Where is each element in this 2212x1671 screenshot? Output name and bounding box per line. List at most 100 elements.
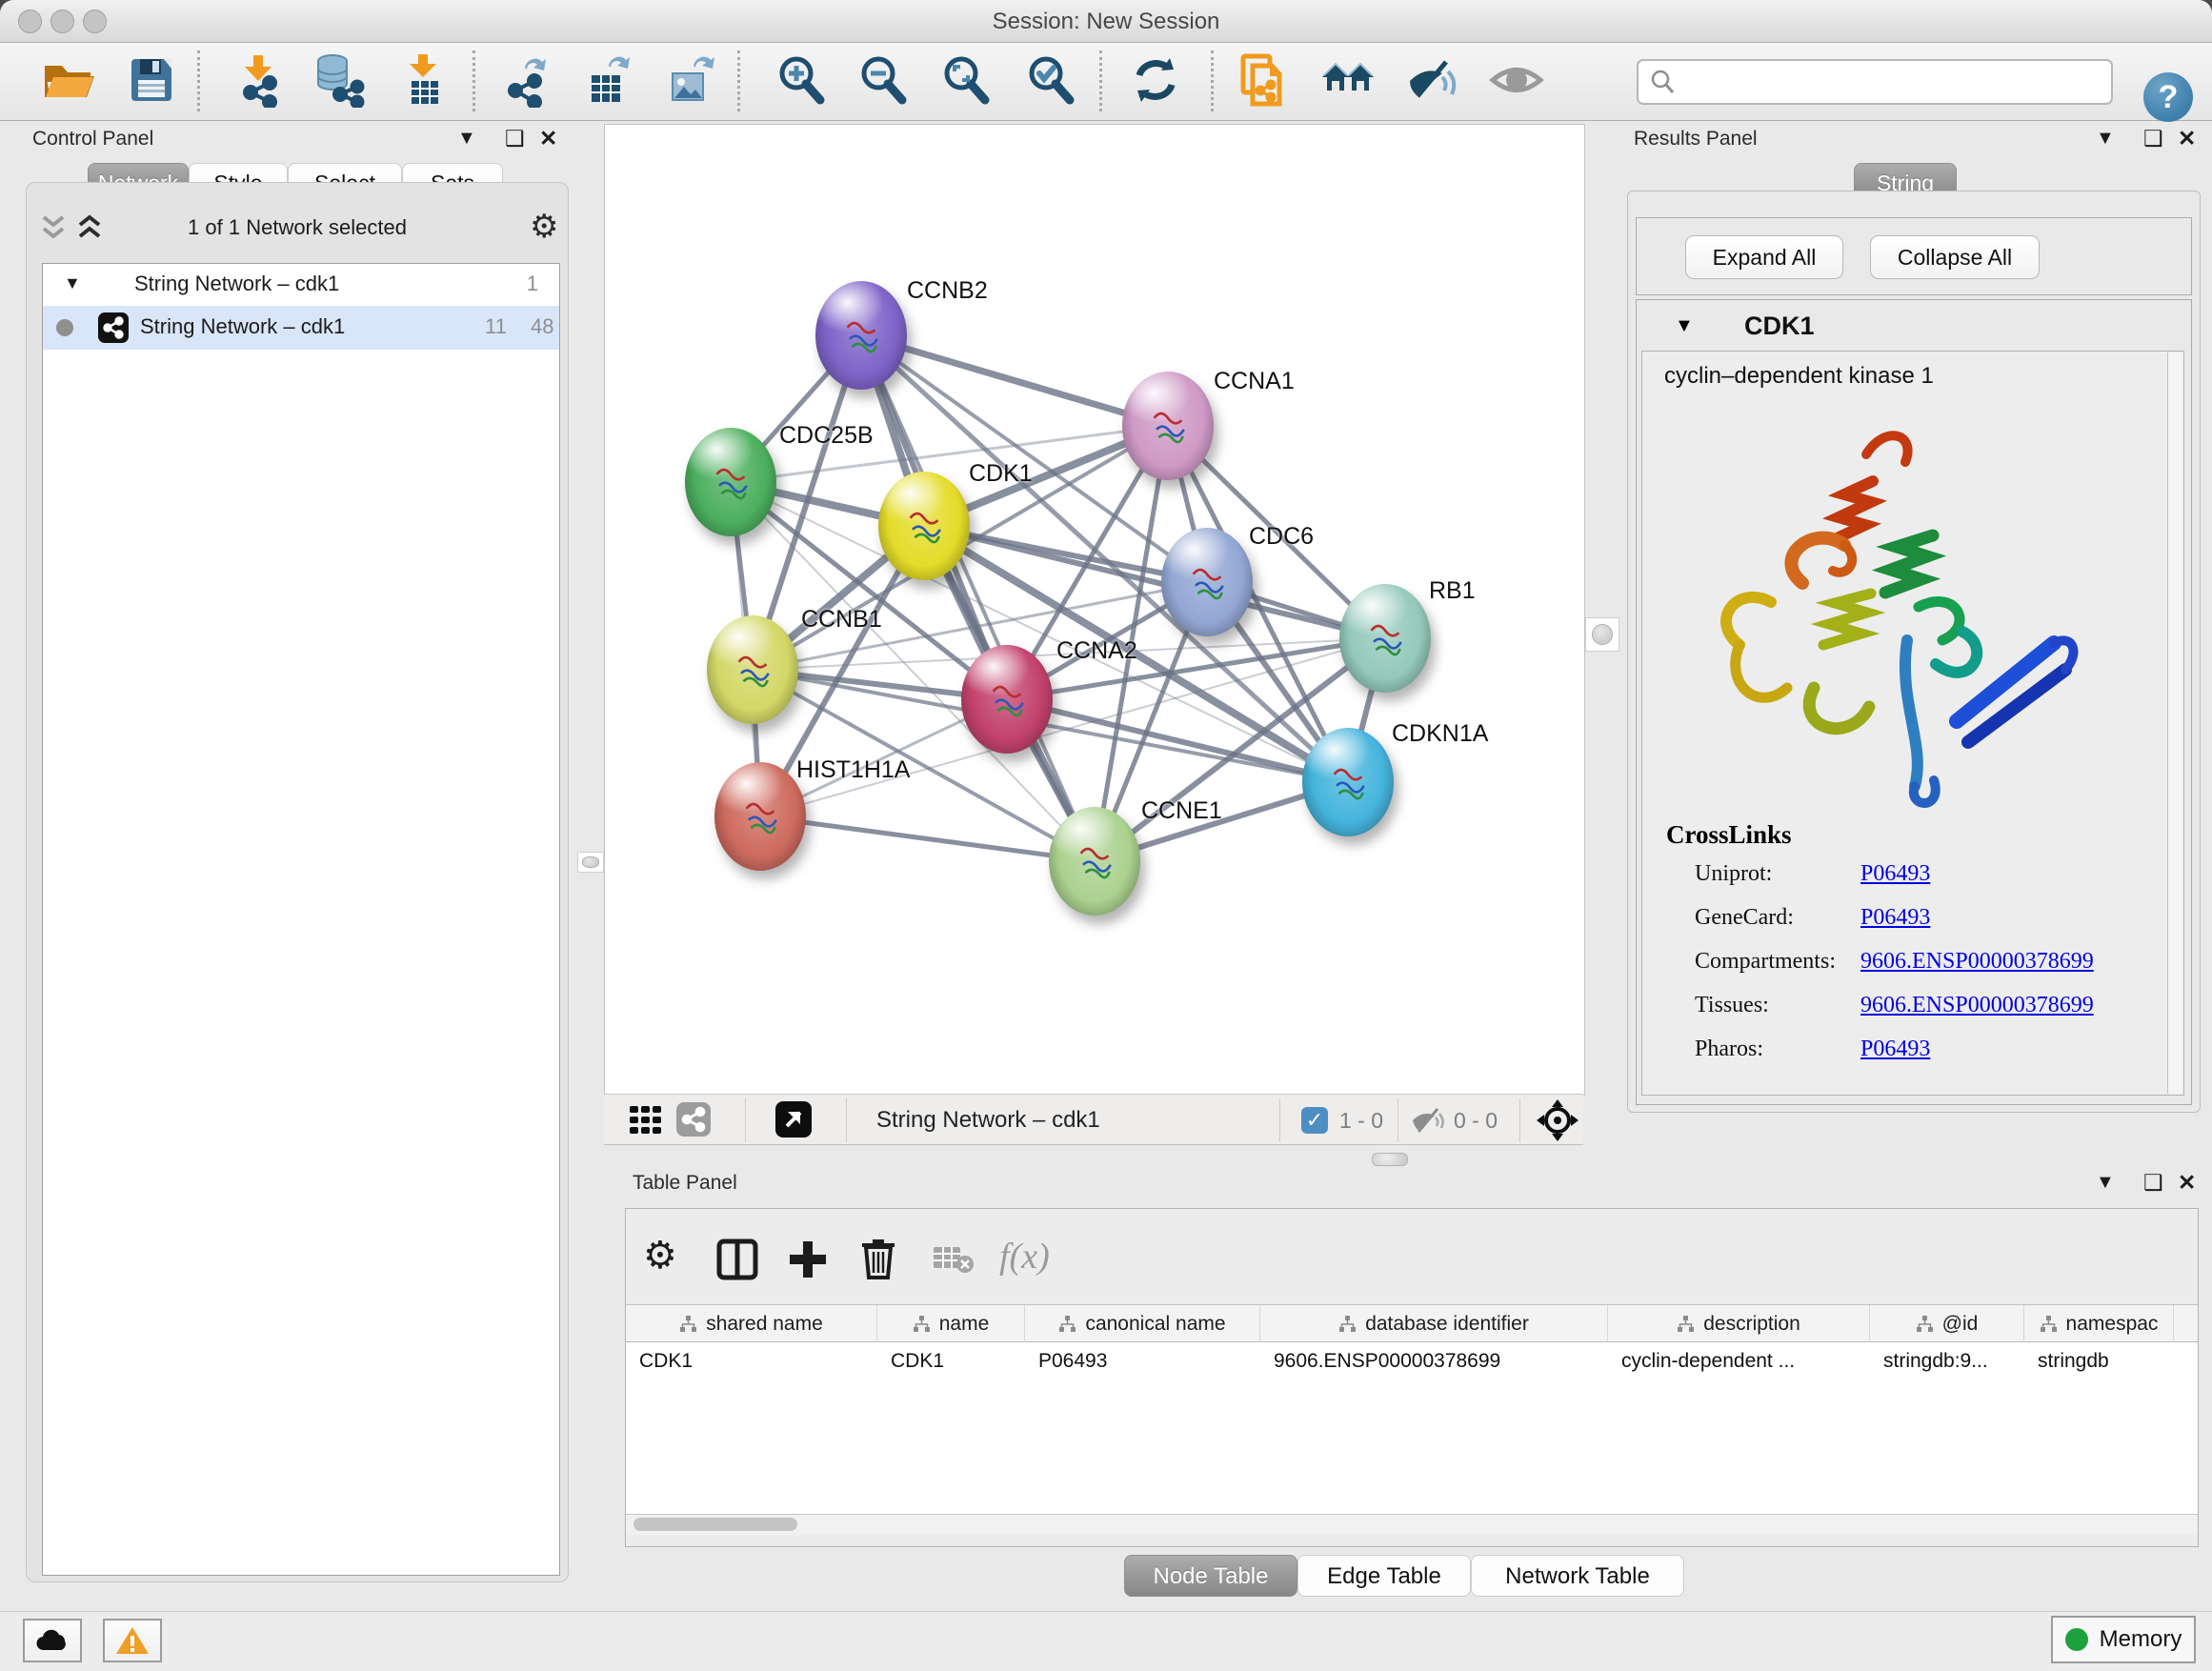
table-cell[interactable]: stringdb:9... [1870,1342,2024,1380]
network-node-CCNE1[interactable] [1049,807,1140,916]
table-horizontal-scrollbar[interactable] [626,1514,2198,1535]
selected-checkbox-icon[interactable]: ✓ [1301,1107,1328,1134]
column-header-description[interactable]: description [1608,1305,1870,1343]
grid-view-icon[interactable] [629,1104,663,1137]
right-splitter-handle[interactable] [1585,617,1619,652]
tab-edge-table[interactable]: Edge Table [1297,1555,1471,1597]
network-node-CCNB1[interactable] [707,615,798,724]
table-cell[interactable]: cyclin-dependent ... [1608,1342,1870,1380]
table-cell[interactable]: stringdb [2024,1342,2174,1380]
show-all-icon[interactable] [1489,52,1544,108]
crosslink-uniprot-link[interactable]: P06493 [1860,861,1930,886]
refresh-icon[interactable] [1128,52,1183,108]
crosslink-tissues-link[interactable]: 9606.ENSP00000378699 [1860,993,2094,1017]
expand-all-button[interactable]: Expand All [1685,235,1843,279]
warnings-button[interactable] [103,1619,162,1662]
search-field[interactable] [1684,65,2098,97]
open-session-icon[interactable] [40,52,95,108]
table-cell[interactable]: P06493 [1025,1342,1260,1380]
zoom-fit-icon[interactable] [938,52,994,108]
results-scrollbar[interactable] [2167,352,2182,1094]
network-thumbnail-icon[interactable] [676,1102,711,1137]
zoom-selected-icon[interactable] [1023,52,1078,108]
cloud-status-button[interactable] [23,1619,82,1662]
column-header-canonical-name[interactable]: canonical name [1025,1305,1260,1343]
network-node-CDKN1A[interactable] [1302,728,1394,836]
control-panel-collapse-icon[interactable]: ▼ [457,128,476,150]
network-node-CDC6[interactable] [1161,528,1253,636]
column-header-database-identifier[interactable]: database identifier [1260,1305,1608,1343]
node-label-CCNA2: CCNA2 [1056,637,1137,665]
network-canvas[interactable]: CCNB2CCNA1CDC25BCDK1CDC6RB1CCNB1CCNA2CDK… [604,124,1585,1096]
scrollbar-thumb[interactable] [633,1518,797,1531]
control-panel-close-icon[interactable]: ✕ [539,126,557,151]
edge[interactable] [760,816,1095,861]
duplicate-network-icon[interactable] [1236,52,1291,108]
zoom-out-icon[interactable] [855,52,911,108]
column-header-shared-name[interactable]: shared name [626,1305,877,1343]
table-cell[interactable]: 9606.ENSP00000378699 [1260,1342,1608,1380]
hide-selected-icon[interactable] [1404,52,1459,108]
search-input[interactable] [1637,59,2113,105]
column-header-namespac[interactable]: namespac [2024,1305,2174,1343]
table-cell[interactable]: CDK1 [877,1342,1025,1380]
node-label-CDK1: CDK1 [969,460,1033,488]
table-panel-close-icon[interactable]: ✕ [2178,1170,2196,1196]
results-panel-close-icon[interactable]: ✕ [2178,126,2196,151]
table-panel-body: ⚙ f(x) shared namenamecanonical namedata… [625,1208,2199,1547]
table-row[interactable]: CDK1CDK1P064939606.ENSP00000378699cyclin… [626,1342,2198,1380]
table-panel-float-icon[interactable]: ❑ [2143,1170,2163,1196]
tab-node-table[interactable]: Node Table [1124,1555,1297,1597]
network-node-CCNA1[interactable] [1122,372,1214,480]
save-session-icon[interactable] [124,52,179,108]
import-network-database-icon[interactable] [312,52,367,108]
birdseye-navigator-icon[interactable] [1536,1098,1579,1142]
protein-structure-thumbnail [838,312,884,357]
export-table-icon[interactable] [580,52,635,108]
left-splitter-handle[interactable] [577,852,604,873]
memory-status-icon [2065,1628,2088,1651]
result-expander-icon[interactable]: ▼ [1675,315,1694,337]
crosslink-compartments-link[interactable]: 9606.ENSP00000378699 [1860,949,2094,974]
network-options-gear-icon[interactable]: ⚙ [530,208,558,246]
zoom-in-icon[interactable] [774,52,829,108]
crosslink-genecard-link[interactable]: P06493 [1860,905,1930,930]
protein-structure-thumbnail [1184,558,1230,604]
network-node-HIST1H1A[interactable] [714,762,806,871]
memory-button[interactable]: Memory [2051,1616,2196,1663]
first-neighbors-icon[interactable] [1320,52,1376,108]
add-column-icon[interactable] [786,1238,830,1281]
network-node-CCNA2[interactable] [961,645,1053,754]
control-panel-float-icon[interactable]: ❑ [505,126,525,151]
columns-icon[interactable] [715,1238,759,1281]
export-image-icon[interactable] [663,52,718,108]
column-header--id[interactable]: @id [1870,1305,2024,1343]
network-node-CDK1[interactable] [878,472,970,580]
table-cell[interactable]: CDK1 [626,1342,877,1380]
crosslink-pharos-link[interactable]: P06493 [1860,1037,1930,1061]
network-row-selected[interactable]: String Network – cdk1 11 48 [43,306,559,350]
export-network-icon[interactable] [498,52,553,108]
column-header-name[interactable]: name [877,1305,1025,1343]
import-network-icon[interactable] [231,52,287,108]
delete-column-icon[interactable] [856,1236,900,1281]
table-settings-gear-icon[interactable]: ⚙ [643,1234,677,1278]
network-node-CDC25B[interactable] [685,428,776,536]
results-panel-collapse-icon[interactable]: ▼ [2096,128,2115,150]
results-panel-float-icon[interactable]: ❑ [2143,126,2163,151]
network-node-CCNB2[interactable] [815,281,907,390]
detach-view-icon[interactable] [775,1101,812,1137]
import-table-icon[interactable] [396,52,452,108]
help-icon[interactable]: ? [2143,72,2193,122]
delete-table-icon[interactable] [933,1245,975,1276]
tab-network-table[interactable]: Network Table [1471,1555,1684,1597]
table-panel-collapse-icon[interactable]: ▼ [2096,1172,2115,1194]
network-collection-row[interactable]: ▼ String Network – cdk1 1 [43,264,559,306]
window-title: Session: New Session [0,9,2212,35]
tree-expander-icon[interactable]: ▼ [64,273,81,293]
network-node-RB1[interactable] [1339,584,1431,693]
hierarchy-icon [1916,1316,1934,1333]
status-bar: Memory [0,1611,2212,1671]
hidden-eye-icon [1410,1105,1446,1136]
collapse-all-button[interactable]: Collapse All [1870,235,2040,279]
